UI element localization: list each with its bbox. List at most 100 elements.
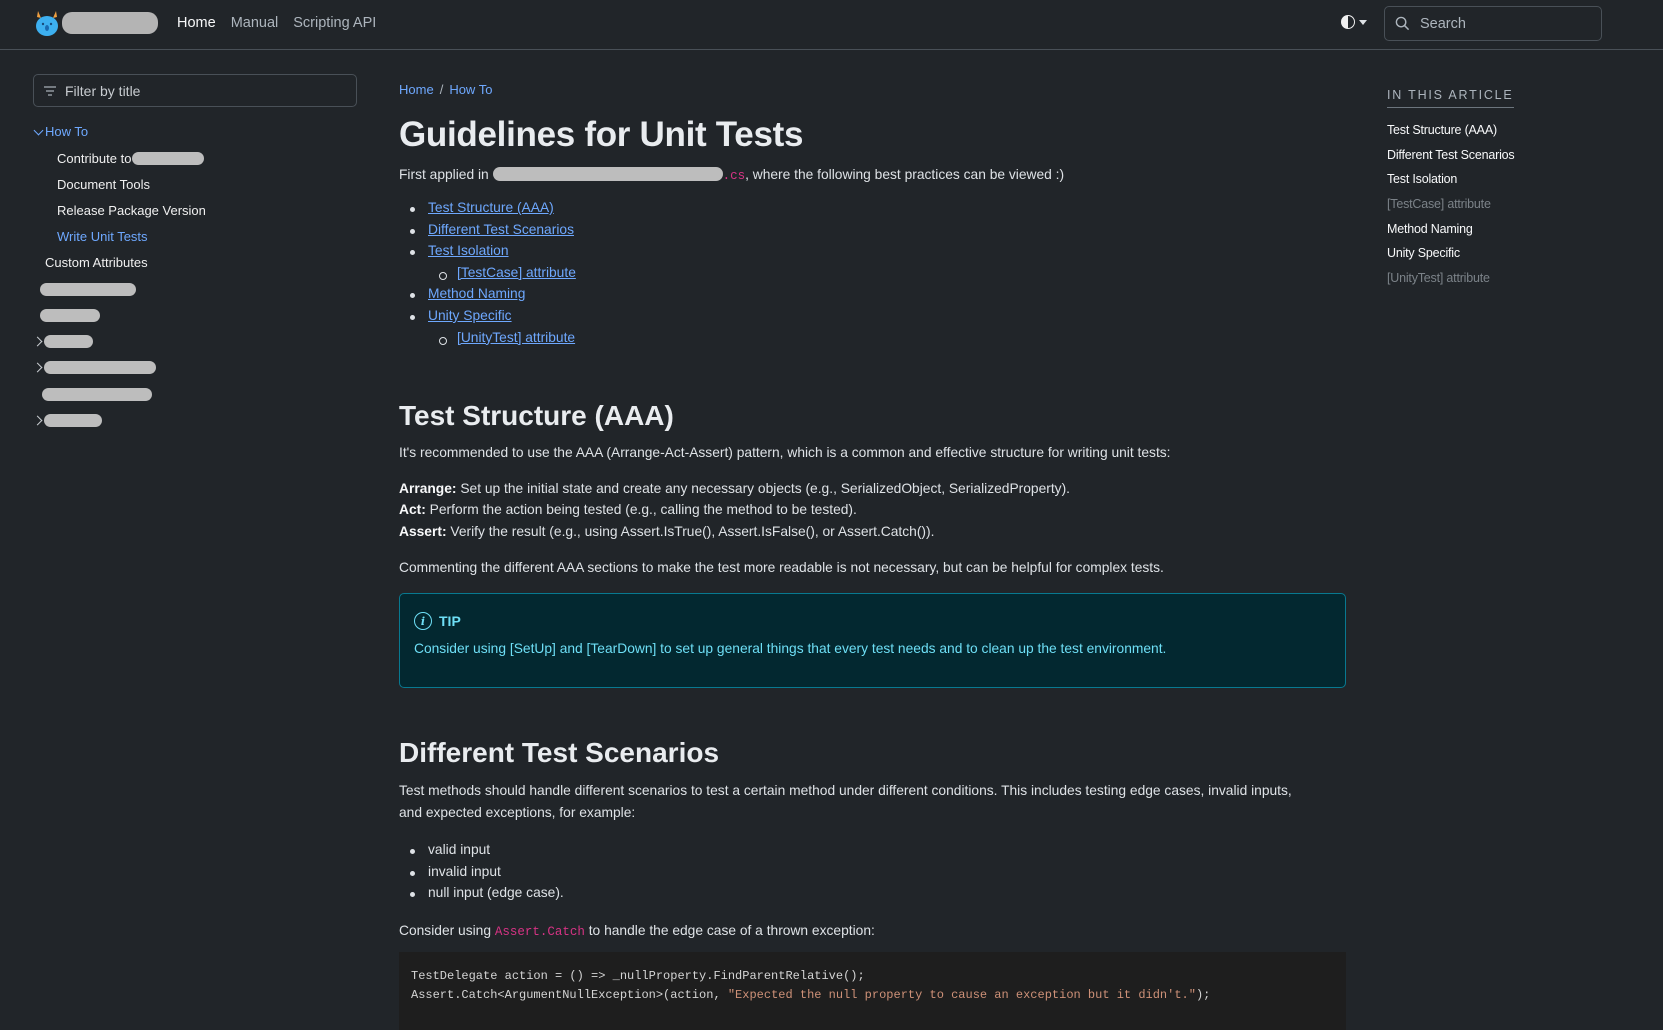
assert-line: Assert: Verify the result (e.g., using A… bbox=[399, 524, 934, 539]
assert-catch-paragraph: Consider using Assert.Catch to handle th… bbox=[399, 923, 875, 939]
link-different-test-scenarios[interactable]: Different Test Scenarios bbox=[428, 222, 574, 237]
link-method-naming[interactable]: Method Naming bbox=[428, 286, 525, 301]
arrange-label: Arrange: bbox=[399, 481, 457, 496]
sidebar-item-how-to[interactable]: How To bbox=[33, 124, 89, 139]
article-toc-item: Unity Specific bbox=[399, 308, 576, 330]
search-box[interactable] bbox=[1384, 6, 1602, 41]
act-line: Act: Perform the action being tested (e.… bbox=[399, 502, 857, 517]
aaa-note: Commenting the different AAA sections to… bbox=[399, 560, 1164, 575]
article-toc-subitem: [TestCase] attribute bbox=[399, 265, 576, 287]
sidebar-item-redacted-collapsible[interactable] bbox=[32, 335, 93, 348]
sidebar-item-write-unit-tests[interactable]: Write Unit Tests bbox=[57, 229, 148, 244]
in-article-link-unity-specific[interactable]: Unity Specific bbox=[1387, 246, 1460, 260]
redacted-text bbox=[44, 414, 102, 427]
arrange-text: Set up the initial state and create any … bbox=[456, 481, 1071, 496]
chevron-right-icon bbox=[32, 362, 43, 373]
nav-manual[interactable]: Manual bbox=[231, 15, 279, 31]
scenarios-intro-line1: Test methods should handle different sce… bbox=[399, 783, 1292, 798]
in-article-link-method-naming[interactable]: Method Naming bbox=[1387, 222, 1473, 236]
list-item: invalid input bbox=[399, 864, 564, 886]
code-token: Assert.Catch<ArgumentNullException>(acti… bbox=[411, 988, 728, 1002]
chevron-right-icon bbox=[32, 336, 43, 347]
sidebar-item-label: Release Package Version bbox=[57, 203, 206, 218]
brand-name-redacted[interactable] bbox=[62, 12, 158, 34]
filter-icon bbox=[44, 85, 56, 96]
sidebar-item-redacted[interactable] bbox=[40, 309, 100, 322]
intro-paragraph: First applied in .cs, where the followin… bbox=[399, 167, 1064, 183]
code-line: Assert.Catch<ArgumentNullException>(acti… bbox=[411, 988, 1210, 1002]
list-item: null input (edge case). bbox=[399, 885, 564, 907]
intro-text: , where the following best practices can… bbox=[745, 167, 1065, 182]
filter-box[interactable] bbox=[33, 74, 357, 107]
theme-toggle-button[interactable] bbox=[1341, 15, 1367, 29]
in-article-link-different-test-scenarios[interactable]: Different Test Scenarios bbox=[1387, 148, 1515, 162]
list-item: valid input bbox=[399, 842, 564, 864]
sidebar-item-redacted[interactable] bbox=[40, 283, 136, 296]
link-testcase-attribute[interactable]: [TestCase] attribute bbox=[457, 265, 576, 280]
sidebar-item-label: Custom Attributes bbox=[45, 255, 148, 270]
in-article-link-test-isolation[interactable]: Test Isolation bbox=[1387, 172, 1457, 186]
breadcrumb: Home / How To bbox=[399, 82, 492, 97]
sidebar-item-redacted[interactable] bbox=[42, 388, 152, 401]
scenario-examples-list: valid input invalid input null input (ed… bbox=[399, 842, 564, 907]
sidebar-item-custom-attributes[interactable]: Custom Attributes bbox=[45, 255, 148, 270]
article-toc-item: Test Structure (AAA) bbox=[399, 200, 576, 222]
filter-input[interactable] bbox=[65, 82, 345, 99]
breadcrumb-how-to[interactable]: How To bbox=[449, 82, 492, 97]
main-nav: Home Manual Scripting API bbox=[177, 15, 376, 31]
info-icon: i bbox=[414, 612, 432, 630]
code-token: ); bbox=[1195, 988, 1211, 1002]
redacted-text bbox=[132, 152, 205, 165]
act-text: Perform the action being tested (e.g., c… bbox=[425, 502, 857, 517]
sidebar-item-release-package-version[interactable]: Release Package Version bbox=[57, 203, 206, 218]
in-article-link-test-structure[interactable]: Test Structure (AAA) bbox=[1387, 123, 1497, 137]
redacted-text bbox=[40, 283, 136, 296]
paragraph-text: Consider using bbox=[399, 923, 495, 938]
in-this-article: IN THIS ARTICLE Test Structure (AAA) Dif… bbox=[1387, 86, 1515, 285]
inline-code: Assert.Catch bbox=[494, 925, 585, 939]
sidebar-item-label: Write Unit Tests bbox=[57, 229, 148, 244]
scenarios-intro-line2: and expected exceptions, for example: bbox=[399, 805, 636, 820]
tip-title: i TIP bbox=[414, 612, 461, 630]
assert-text: Verify the result (e.g., using Assert.Is… bbox=[446, 524, 935, 539]
sidebar-item-label: Contribute to bbox=[57, 151, 132, 166]
in-article-link-unitytest-attribute[interactable]: [UnityTest] attribute bbox=[1387, 271, 1490, 285]
contrast-icon bbox=[1341, 15, 1355, 29]
page-title: Guidelines for Unit Tests bbox=[399, 115, 804, 154]
sidebar-item-label: How To bbox=[45, 124, 89, 139]
article-toc-item: Test Isolation bbox=[399, 243, 576, 265]
sidebar-item-redacted-collapsible[interactable] bbox=[32, 414, 102, 427]
link-test-isolation[interactable]: Test Isolation bbox=[428, 243, 509, 258]
in-article-link-testcase-attribute[interactable]: [TestCase] attribute bbox=[1387, 197, 1491, 211]
nav-scripting-api[interactable]: Scripting API bbox=[293, 15, 376, 31]
top-navbar: Home Manual Scripting API bbox=[0, 0, 1663, 50]
breadcrumb-home[interactable]: Home bbox=[399, 82, 434, 97]
intro-text: First applied in bbox=[399, 167, 493, 182]
sidebar-item-document-tools[interactable]: Document Tools bbox=[57, 177, 150, 192]
logo-icon[interactable] bbox=[34, 9, 60, 37]
caret-down-icon bbox=[1359, 19, 1367, 25]
redacted-text bbox=[44, 361, 156, 374]
in-this-article-heading: IN THIS ARTICLE bbox=[1387, 88, 1514, 108]
search-icon bbox=[1395, 16, 1410, 31]
tip-callout: i TIP Consider using [SetUp] and [TearDo… bbox=[399, 593, 1346, 688]
tip-label: TIP bbox=[439, 613, 461, 629]
link-unitytest-attribute[interactable]: [UnityTest] attribute bbox=[457, 330, 575, 345]
section-heading-test-structure: Test Structure (AAA) bbox=[399, 400, 674, 431]
article-toc-subitem: [UnityTest] attribute bbox=[399, 330, 576, 352]
code-block[interactable]: TestDelegate action = () => _nullPropert… bbox=[399, 952, 1346, 1030]
link-unity-specific[interactable]: Unity Specific bbox=[428, 308, 512, 323]
section-heading-different-test-scenarios: Different Test Scenarios bbox=[399, 737, 720, 768]
sidebar-item-label: Document Tools bbox=[57, 177, 150, 192]
file-extension: .cs bbox=[722, 169, 746, 183]
code-line: TestDelegate action = () => _nullPropert… bbox=[411, 969, 865, 983]
nav-home[interactable]: Home bbox=[177, 15, 216, 31]
sidebar-item-redacted-collapsible[interactable] bbox=[32, 361, 156, 374]
search-input[interactable] bbox=[1420, 15, 1580, 32]
link-test-structure[interactable]: Test Structure (AAA) bbox=[428, 200, 554, 215]
chevron-right-icon bbox=[32, 415, 43, 426]
arrange-line: Arrange: Set up the initial state and cr… bbox=[399, 481, 1070, 496]
article-toc-item: Different Test Scenarios bbox=[399, 222, 576, 244]
sidebar-item-contribute[interactable]: Contribute to bbox=[57, 151, 205, 166]
redacted-filename bbox=[492, 167, 723, 181]
